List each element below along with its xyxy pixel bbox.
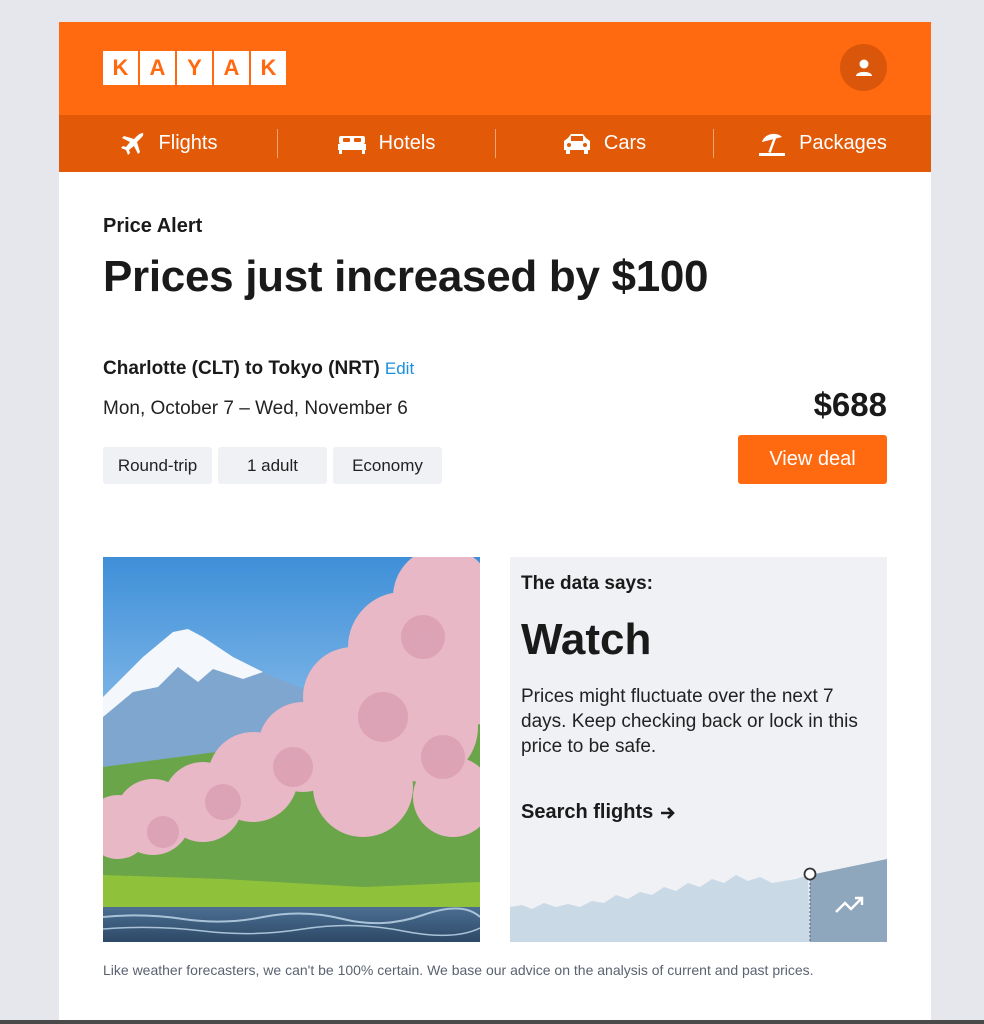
trip-chips: Round-trip 1 adult Economy bbox=[103, 447, 442, 484]
mount-fuji-cherry-blossom-image bbox=[103, 557, 480, 942]
chip-trip-type: Round-trip bbox=[103, 447, 212, 484]
logo-letter: A bbox=[214, 51, 249, 85]
nav-label: Cars bbox=[603, 132, 647, 154]
disclaimer-text: Like weather forecasters, we can't be 10… bbox=[103, 962, 814, 978]
search-flights-link[interactable]: Search flights bbox=[521, 801, 677, 824]
user-icon bbox=[855, 59, 872, 76]
logo-letter: K bbox=[251, 51, 286, 85]
email-body: K A Y A K Flights Hotels Cars Packages P… bbox=[59, 22, 931, 1024]
destination-photo bbox=[103, 557, 480, 942]
nav-item-cars[interactable]: Cars bbox=[495, 115, 713, 172]
nav-label: Hotels bbox=[378, 132, 436, 154]
beach-umbrella-icon bbox=[759, 133, 786, 156]
nav-item-flights[interactable]: Flights bbox=[59, 115, 277, 172]
view-deal-button[interactable]: View deal bbox=[738, 435, 887, 484]
chip-cabin: Economy bbox=[333, 447, 442, 484]
route-text: Charlotte (CLT) to Tokyo (NRT) bbox=[103, 358, 380, 379]
trip-dates: Mon, October 7 – Wed, November 6 bbox=[103, 398, 408, 419]
window-bottom-edge bbox=[0, 1020, 984, 1024]
advice-description: Prices might fluctuate over the next 7 d… bbox=[521, 686, 858, 757]
advice-verdict: Watch bbox=[521, 615, 652, 664]
header-bar: K A Y A K bbox=[59, 22, 931, 115]
product-nav: Flights Hotels Cars Packages bbox=[59, 115, 931, 172]
plane-icon bbox=[120, 132, 143, 155]
nav-item-hotels[interactable]: Hotels bbox=[277, 115, 495, 172]
nav-label: Flights bbox=[158, 132, 218, 154]
logo-letter: A bbox=[140, 51, 175, 85]
price-trend-graphic bbox=[510, 859, 887, 942]
nav-item-packages[interactable]: Packages bbox=[713, 115, 931, 172]
kayak-logo[interactable]: K A Y A K bbox=[103, 51, 286, 85]
logo-letter: K bbox=[103, 51, 138, 85]
logo-letter: Y bbox=[177, 51, 212, 85]
car-icon bbox=[563, 133, 590, 154]
arrow-right-icon bbox=[661, 806, 676, 819]
alert-label: Price Alert bbox=[103, 215, 203, 237]
trip-route: Charlotte (CLT) to Tokyo (NRT) Edit bbox=[103, 358, 414, 380]
price: $688 bbox=[813, 386, 887, 423]
edit-link[interactable]: Edit bbox=[385, 359, 414, 378]
account-button[interactable] bbox=[840, 44, 887, 91]
bed-icon bbox=[337, 135, 366, 154]
price-advice-panel: The data says: Watch Prices might fluctu… bbox=[510, 557, 887, 942]
search-flights-label: Search flights bbox=[521, 801, 654, 823]
chip-travelers: 1 adult bbox=[218, 447, 327, 484]
advice-intro: The data says: bbox=[521, 573, 653, 594]
page-title: Prices just increased by $100 bbox=[103, 252, 709, 301]
nav-label: Packages bbox=[799, 132, 887, 154]
